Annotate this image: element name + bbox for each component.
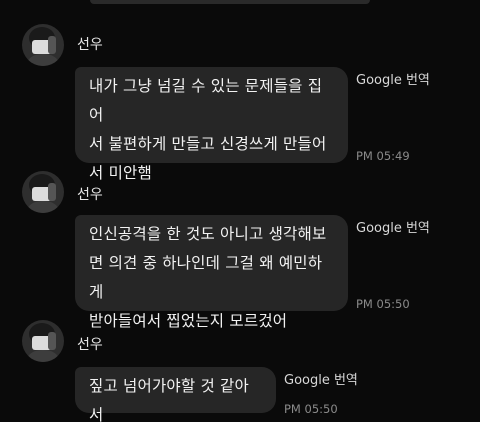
message-time: PM 05:49 [356, 149, 410, 163]
avatar[interactable] [22, 320, 64, 362]
chat-thread: 선우 내가 그냥 넘길 수 있는 문제들을 집어 서 불편하게 만들고 신경쓰게… [0, 0, 480, 422]
google-translate-button[interactable]: Google 번역 [356, 73, 430, 89]
message-bubble[interactable]: 짚고 넘어가야할 것 같아서 [75, 367, 276, 422]
message-time: PM 05:50 [356, 297, 410, 311]
message-time: PM 05:50 [284, 402, 338, 416]
message-bubble[interactable]: 내가 그냥 넘길 수 있는 문제들을 집어 서 불편하게 만들고 신경쓰게 만들… [75, 67, 348, 182]
avatar[interactable] [22, 24, 64, 66]
previous-message-edge [90, 0, 370, 4]
avatar[interactable] [22, 171, 64, 213]
sender-name: 선우 [77, 37, 103, 53]
google-translate-button[interactable]: Google 번역 [356, 221, 430, 237]
avatar-photo-icon [22, 171, 64, 213]
avatar-photo-icon [22, 24, 64, 66]
google-translate-button[interactable]: Google 번역 [284, 373, 358, 389]
sender-name: 선우 [77, 337, 103, 353]
avatar-photo-icon [22, 320, 64, 362]
message-bubble[interactable]: 인신공격을 한 것도 아니고 생각해보 면 의견 중 하나인데 그걸 왜 예민하… [75, 215, 348, 330]
sender-name: 선우 [77, 187, 103, 203]
